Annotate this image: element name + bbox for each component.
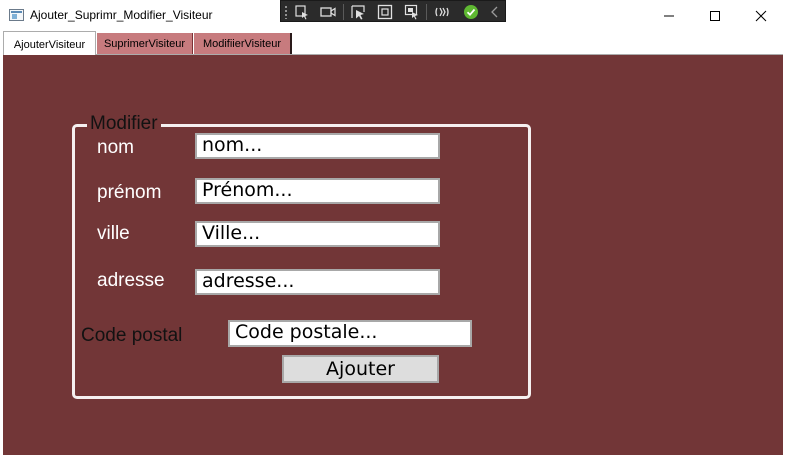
adresse-field[interactable]: adresse... bbox=[195, 269, 440, 295]
toolbar-separator bbox=[343, 4, 344, 20]
minimize-icon bbox=[664, 15, 674, 16]
window-title: Ajouter_Suprimr_Modifier_Visiteur bbox=[30, 8, 213, 22]
pointer-select-icon[interactable] bbox=[349, 3, 367, 21]
tab-ajouter-visiteur[interactable]: AjouterVisiteur bbox=[3, 31, 96, 55]
code-postal-field[interactable]: Code postale... bbox=[228, 320, 472, 347]
prenom-label: prénom bbox=[97, 182, 162, 203]
collapse-chevron-icon[interactable] bbox=[486, 3, 504, 21]
track-focus-icon[interactable] bbox=[403, 3, 421, 21]
prenom-field[interactable]: Prénom... bbox=[195, 178, 440, 204]
tab-suprimer-visiteur[interactable]: SuprimerVisiteur bbox=[97, 33, 193, 54]
nom-label: nom bbox=[97, 137, 134, 158]
ajouter-button[interactable]: Ajouter bbox=[282, 355, 439, 383]
ville-label: ville bbox=[97, 223, 130, 244]
close-button[interactable] bbox=[738, 0, 784, 31]
maximize-button[interactable] bbox=[692, 0, 738, 31]
debug-toolbar bbox=[280, 0, 506, 22]
display-layout-icon[interactable] bbox=[376, 3, 394, 21]
code-postal-label: Code postal bbox=[81, 325, 183, 346]
checkmark-circle-icon[interactable] bbox=[462, 3, 480, 21]
nom-field[interactable]: nom... bbox=[195, 133, 440, 159]
select-element-icon[interactable] bbox=[293, 3, 311, 21]
video-camera-icon[interactable] bbox=[319, 3, 337, 21]
toolbar-separator bbox=[426, 4, 427, 20]
grip-icon[interactable] bbox=[284, 5, 288, 19]
tab-modifiier-visiteur[interactable]: ModifiierVisiteur bbox=[194, 33, 292, 54]
hot-reload-icon[interactable] bbox=[433, 3, 451, 21]
minimize-button[interactable] bbox=[646, 0, 692, 31]
close-icon bbox=[755, 10, 767, 21]
adresse-label: adresse bbox=[97, 270, 165, 291]
maximize-icon bbox=[710, 10, 720, 21]
ville-field[interactable]: Ville... bbox=[195, 221, 440, 247]
groupbox-legend: Modifier bbox=[87, 113, 161, 135]
app-window-icon bbox=[9, 9, 24, 21]
